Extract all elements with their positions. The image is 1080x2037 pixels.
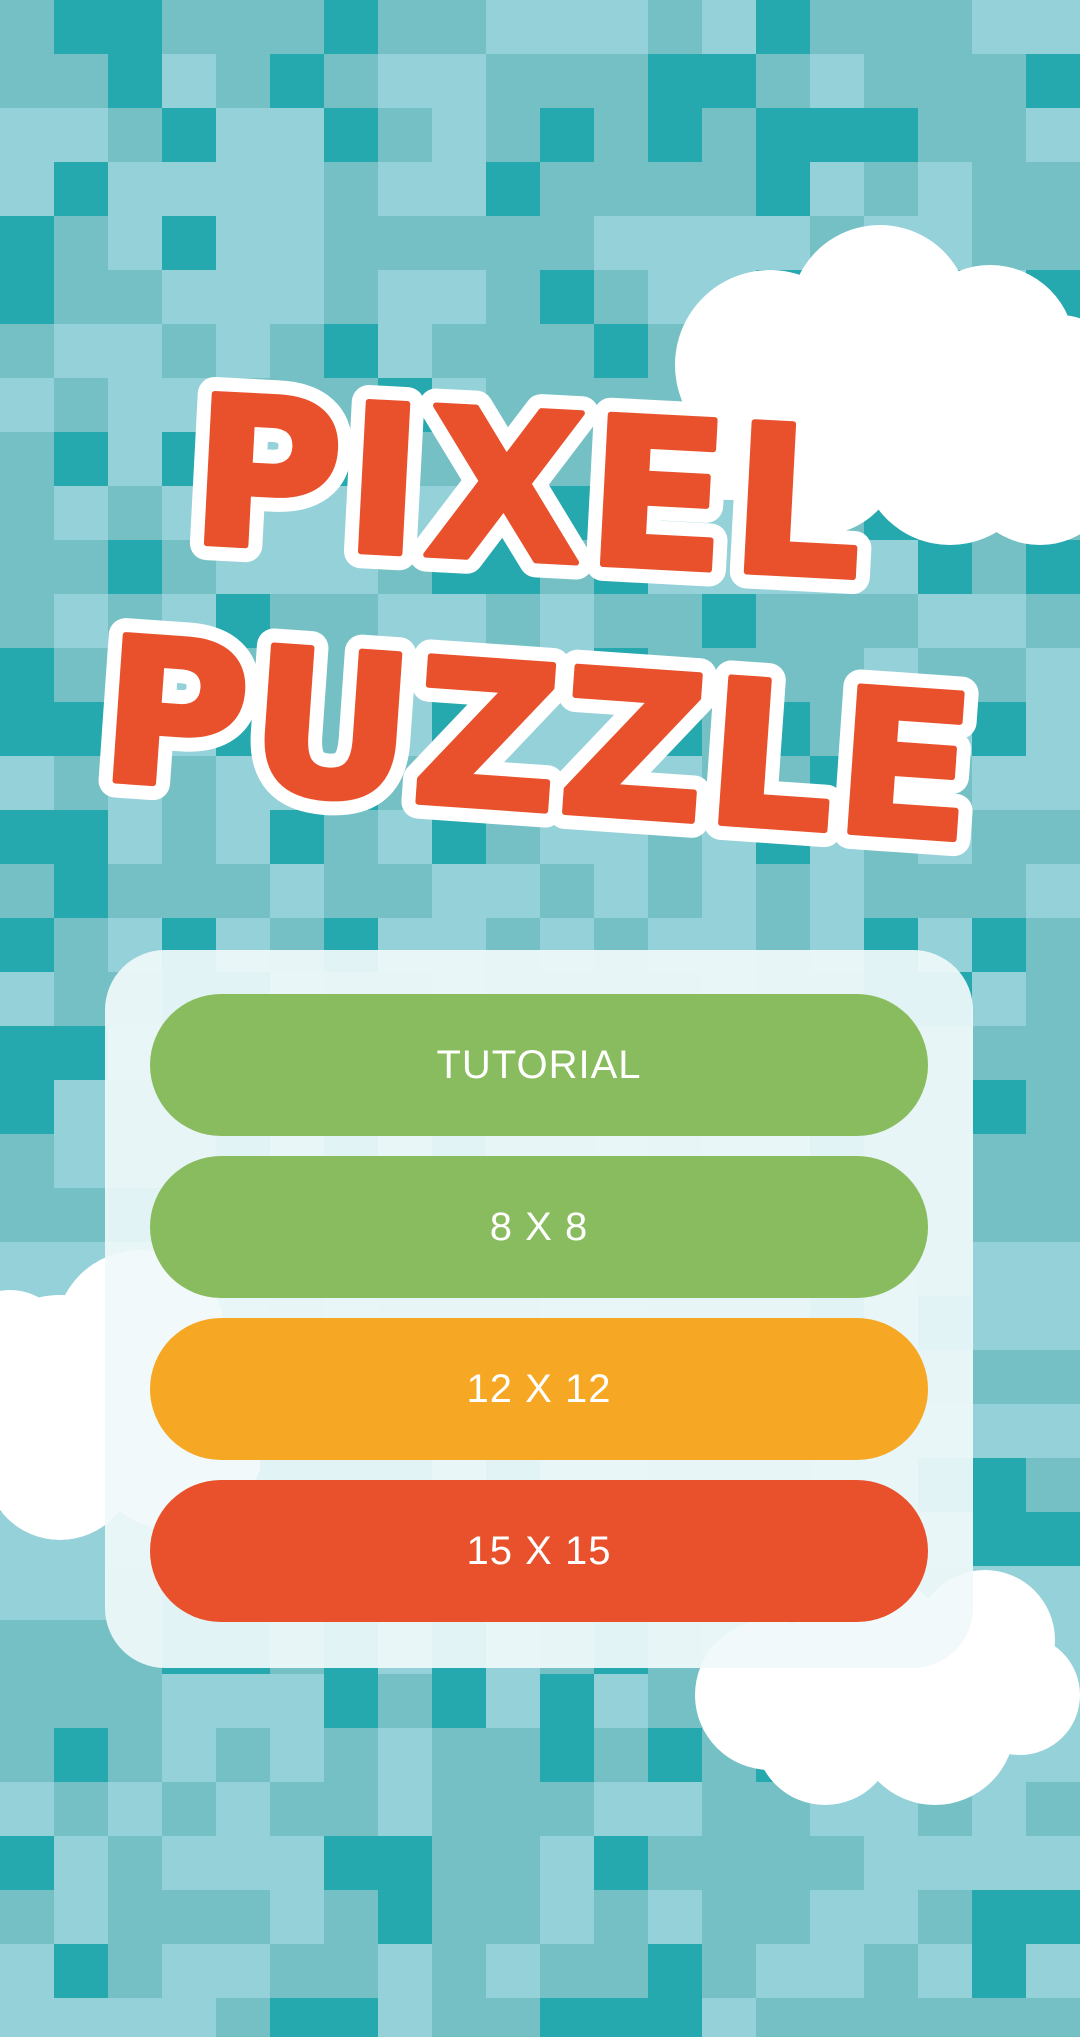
- grid-12x12-button-label: 12 X 12: [466, 1366, 612, 1411]
- level-select-panel: TUTORIAL 8 X 8 12 X 12 15 X 15: [105, 950, 973, 1668]
- grid-8x8-button[interactable]: 8 X 8: [150, 1156, 928, 1298]
- grid-12x12-button[interactable]: 12 X 12: [150, 1318, 928, 1460]
- tutorial-button[interactable]: TUTORIAL: [150, 994, 928, 1136]
- tutorial-button-label: TUTORIAL: [436, 1042, 642, 1087]
- grid-15x15-button-label: 15 X 15: [466, 1528, 612, 1573]
- title-line2: PUZZLE: [94, 595, 983, 888]
- grid-15x15-button[interactable]: 15 X 15: [150, 1480, 928, 1622]
- title-line1: PIXEL: [186, 353, 873, 626]
- game-title-logo: PIXEL PIXEL PUZZLE PUZZLE: [77, 336, 1000, 890]
- grid-8x8-button-label: 8 X 8: [489, 1204, 589, 1249]
